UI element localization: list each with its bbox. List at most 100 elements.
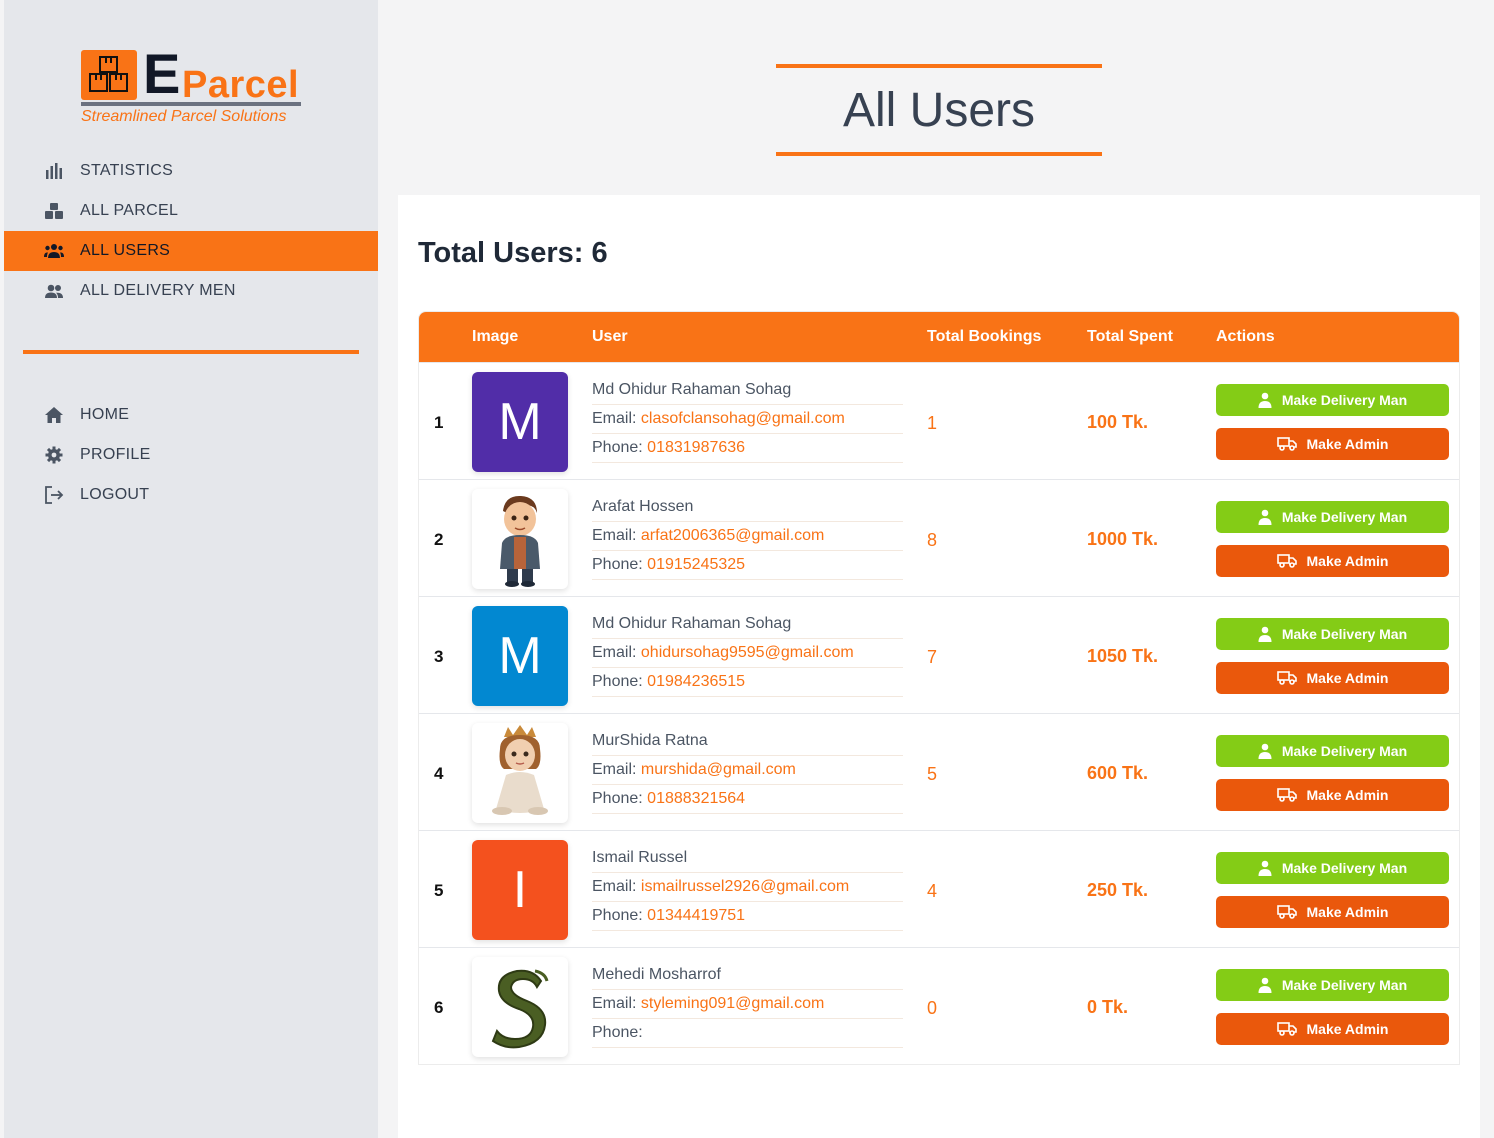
phone-label: Phone: — [592, 790, 643, 807]
make-delivery-man-button[interactable]: Make Delivery Man — [1216, 384, 1449, 416]
table-row: 2 Arafat Hossen Email: arfat2006365@gmai… — [419, 479, 1459, 596]
email-label: Email: — [592, 644, 637, 661]
main-content: All Users Total Users: 6 Image User Tota… — [378, 0, 1494, 1138]
user-info: Md Ohidur Rahaman Sohag Email: clasofcla… — [592, 376, 903, 463]
user-badge-icon — [1258, 626, 1272, 642]
user-info: MurShida Ratna Email: murshida@gmail.com… — [592, 727, 903, 814]
brand-underline — [81, 102, 301, 106]
sidebar-item-label: HOME — [80, 406, 130, 423]
row-index: 6 — [434, 998, 444, 1017]
user-phone: Phone: 01831987636 — [592, 434, 903, 463]
user-email: Email: ohidursohag9595@gmail.com — [592, 639, 903, 668]
total-spent: 1000 Tk. — [1087, 529, 1159, 549]
sidebar-item-all-parcel[interactable]: ALL PARCEL — [4, 191, 378, 231]
user-info: Ismail Russel Email: ismailrussel2926@gm… — [592, 844, 903, 931]
user-email: Email: styleming091@gmail.com — [592, 990, 903, 1019]
user-email: Email: ismailrussel2926@gmail.com — [592, 873, 903, 902]
make-delivery-man-button[interactable]: Make Delivery Man — [1216, 969, 1449, 1001]
brand-name: Parcel — [182, 64, 300, 106]
button-label: Make Delivery Man — [1281, 626, 1408, 642]
email-value: murshida@gmail.com — [640, 761, 796, 778]
row-index: 5 — [434, 881, 444, 900]
user-name: Arafat Hossen — [592, 493, 903, 522]
brand-logo[interactable]: E Parcel Streamlined Parcel Solutions — [81, 46, 311, 130]
parcel-boxes-icon — [81, 50, 137, 100]
button-label: Make Delivery Man — [1281, 509, 1408, 525]
user-badge-icon — [1258, 860, 1272, 876]
email-label: Email: — [592, 410, 637, 427]
table-row: 3 M Md Ohidur Rahaman Sohag Email: ohidu… — [419, 596, 1459, 713]
phone-value: 01831987636 — [647, 439, 746, 456]
total-bookings: 5 — [927, 764, 938, 784]
sidebar-item-all-delivery-men[interactable]: ALL DELIVERY MEN — [4, 271, 378, 311]
total-bookings: 4 — [927, 881, 938, 901]
truck-icon — [1276, 554, 1297, 568]
user-badge-icon — [1258, 392, 1272, 408]
sidebar-item-label: ALL PARCEL — [80, 202, 179, 219]
button-label: Make Admin — [1306, 670, 1389, 686]
bar-chart-icon — [44, 161, 64, 181]
sidebar: E Parcel Streamlined Parcel Solutions ST… — [4, 0, 378, 1138]
button-label: Make Delivery Man — [1281, 977, 1408, 993]
sidebar-primary-nav: STATISTICS ALL PARCEL ALL USERS ALL DELI… — [4, 151, 378, 311]
make-admin-button[interactable]: Make Admin — [1216, 779, 1449, 811]
user-badge-icon — [1258, 509, 1272, 525]
page-title: All Users — [842, 83, 1036, 137]
gear-icon — [44, 445, 64, 465]
phone-label: Phone: — [592, 439, 643, 456]
page-title-wrap: All Users — [776, 64, 1102, 156]
table-row: 4 MurShida Ratna Email: murshida@gmail.c — [419, 713, 1459, 830]
phone-label: Phone: — [592, 556, 643, 573]
row-index: 2 — [434, 530, 444, 549]
row-index: 1 — [434, 413, 444, 432]
user-group-icon — [44, 281, 64, 301]
total-spent: 600 Tk. — [1087, 763, 1149, 783]
make-admin-button[interactable]: Make Admin — [1216, 1013, 1449, 1045]
email-label: Email: — [592, 995, 637, 1012]
sidebar-item-label: LOGOUT — [80, 486, 150, 503]
button-label: Make Delivery Man — [1281, 392, 1408, 408]
user-name: Md Ohidur Rahaman Sohag — [592, 376, 903, 405]
make-delivery-man-button[interactable]: Make Delivery Man — [1216, 852, 1449, 884]
user-email: Email: arfat2006365@gmail.com — [592, 522, 903, 551]
make-delivery-man-button[interactable]: Make Delivery Man — [1216, 618, 1449, 650]
boy-cartoon-image — [500, 495, 540, 587]
user-phone: Phone: — [592, 1019, 903, 1048]
sidebar-item-logout[interactable]: LOGOUT — [4, 475, 378, 515]
avatar — [472, 957, 568, 1057]
sidebar-item-label: PROFILE — [80, 446, 151, 463]
users-table: Image User Total Bookings Total Spent Ac… — [418, 311, 1460, 1065]
make-delivery-man-button[interactable]: Make Delivery Man — [1216, 501, 1449, 533]
make-admin-button[interactable]: Make Admin — [1216, 428, 1449, 460]
total-bookings: 7 — [927, 647, 938, 667]
truck-icon — [1276, 437, 1297, 451]
user-phone: Phone: 01888321564 — [592, 785, 903, 814]
users-card: Total Users: 6 Image User Total Bookings… — [398, 195, 1480, 1138]
user-phone: Phone: 01915245325 — [592, 551, 903, 580]
sidebar-divider — [23, 350, 359, 354]
logout-icon — [44, 485, 64, 505]
email-value: ohidursohag9595@gmail.com — [640, 644, 854, 661]
button-label: Make Delivery Man — [1281, 743, 1408, 759]
make-admin-button[interactable]: Make Admin — [1216, 896, 1449, 928]
make-delivery-man-button[interactable]: Make Delivery Man — [1216, 735, 1449, 767]
sidebar-item-statistics[interactable]: STATISTICS — [4, 151, 378, 191]
button-label: Make Admin — [1306, 553, 1389, 569]
button-label: Make Admin — [1306, 1021, 1389, 1037]
sidebar-item-home[interactable]: HOME — [4, 395, 378, 435]
make-admin-button[interactable]: Make Admin — [1216, 662, 1449, 694]
total-bookings: 1 — [927, 413, 938, 433]
total-spent: 1050 Tk. — [1087, 646, 1159, 666]
avatar: M — [472, 372, 568, 472]
button-label: Make Admin — [1306, 436, 1389, 452]
sidebar-item-all-users[interactable]: ALL USERS — [4, 231, 378, 271]
email-value: styleming091@gmail.com — [640, 995, 825, 1012]
sidebar-item-profile[interactable]: PROFILE — [4, 435, 378, 475]
phone-label: Phone: — [592, 907, 643, 924]
boxes-icon — [44, 201, 64, 221]
total-spent: 0 Tk. — [1087, 997, 1129, 1017]
make-admin-button[interactable]: Make Admin — [1216, 545, 1449, 577]
email-label: Email: — [592, 761, 637, 778]
user-badge-icon — [1258, 977, 1272, 993]
total-spent: 250 Tk. — [1087, 880, 1149, 900]
